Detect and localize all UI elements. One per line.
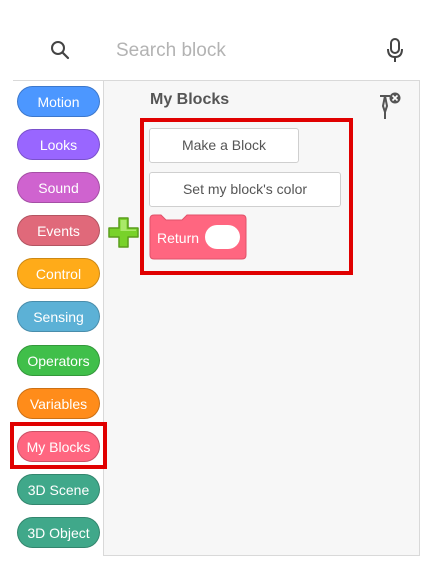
category-sound[interactable]: Sound [17, 172, 100, 203]
search-button[interactable] [13, 20, 104, 81]
category-motion[interactable]: Motion [17, 86, 100, 117]
category-variables[interactable]: Variables [17, 388, 100, 419]
category-control[interactable]: Control [17, 258, 100, 289]
make-a-block-button[interactable]: Make a Block [149, 128, 299, 163]
return-block-label: Return [157, 230, 200, 246]
selected-category-highlight [10, 422, 107, 469]
category-3d-scene[interactable]: 3D Scene [17, 474, 100, 505]
panel-title: My Blocks [150, 91, 230, 108]
unpin-icon[interactable] [376, 90, 402, 122]
category-operators[interactable]: Operators [17, 345, 100, 376]
search-input[interactable] [116, 36, 356, 66]
category-3d-object[interactable]: 3D Object [17, 517, 100, 548]
category-sensing[interactable]: Sensing [17, 301, 100, 332]
search-icon [51, 41, 70, 60]
set-block-color-button[interactable]: Set my block's color [149, 172, 341, 207]
category-events[interactable]: Events [17, 215, 100, 246]
plus-icon [108, 217, 139, 248]
microphone-icon[interactable] [386, 38, 404, 64]
category-looks[interactable]: Looks [17, 129, 100, 160]
return-value-slot[interactable] [205, 225, 240, 249]
